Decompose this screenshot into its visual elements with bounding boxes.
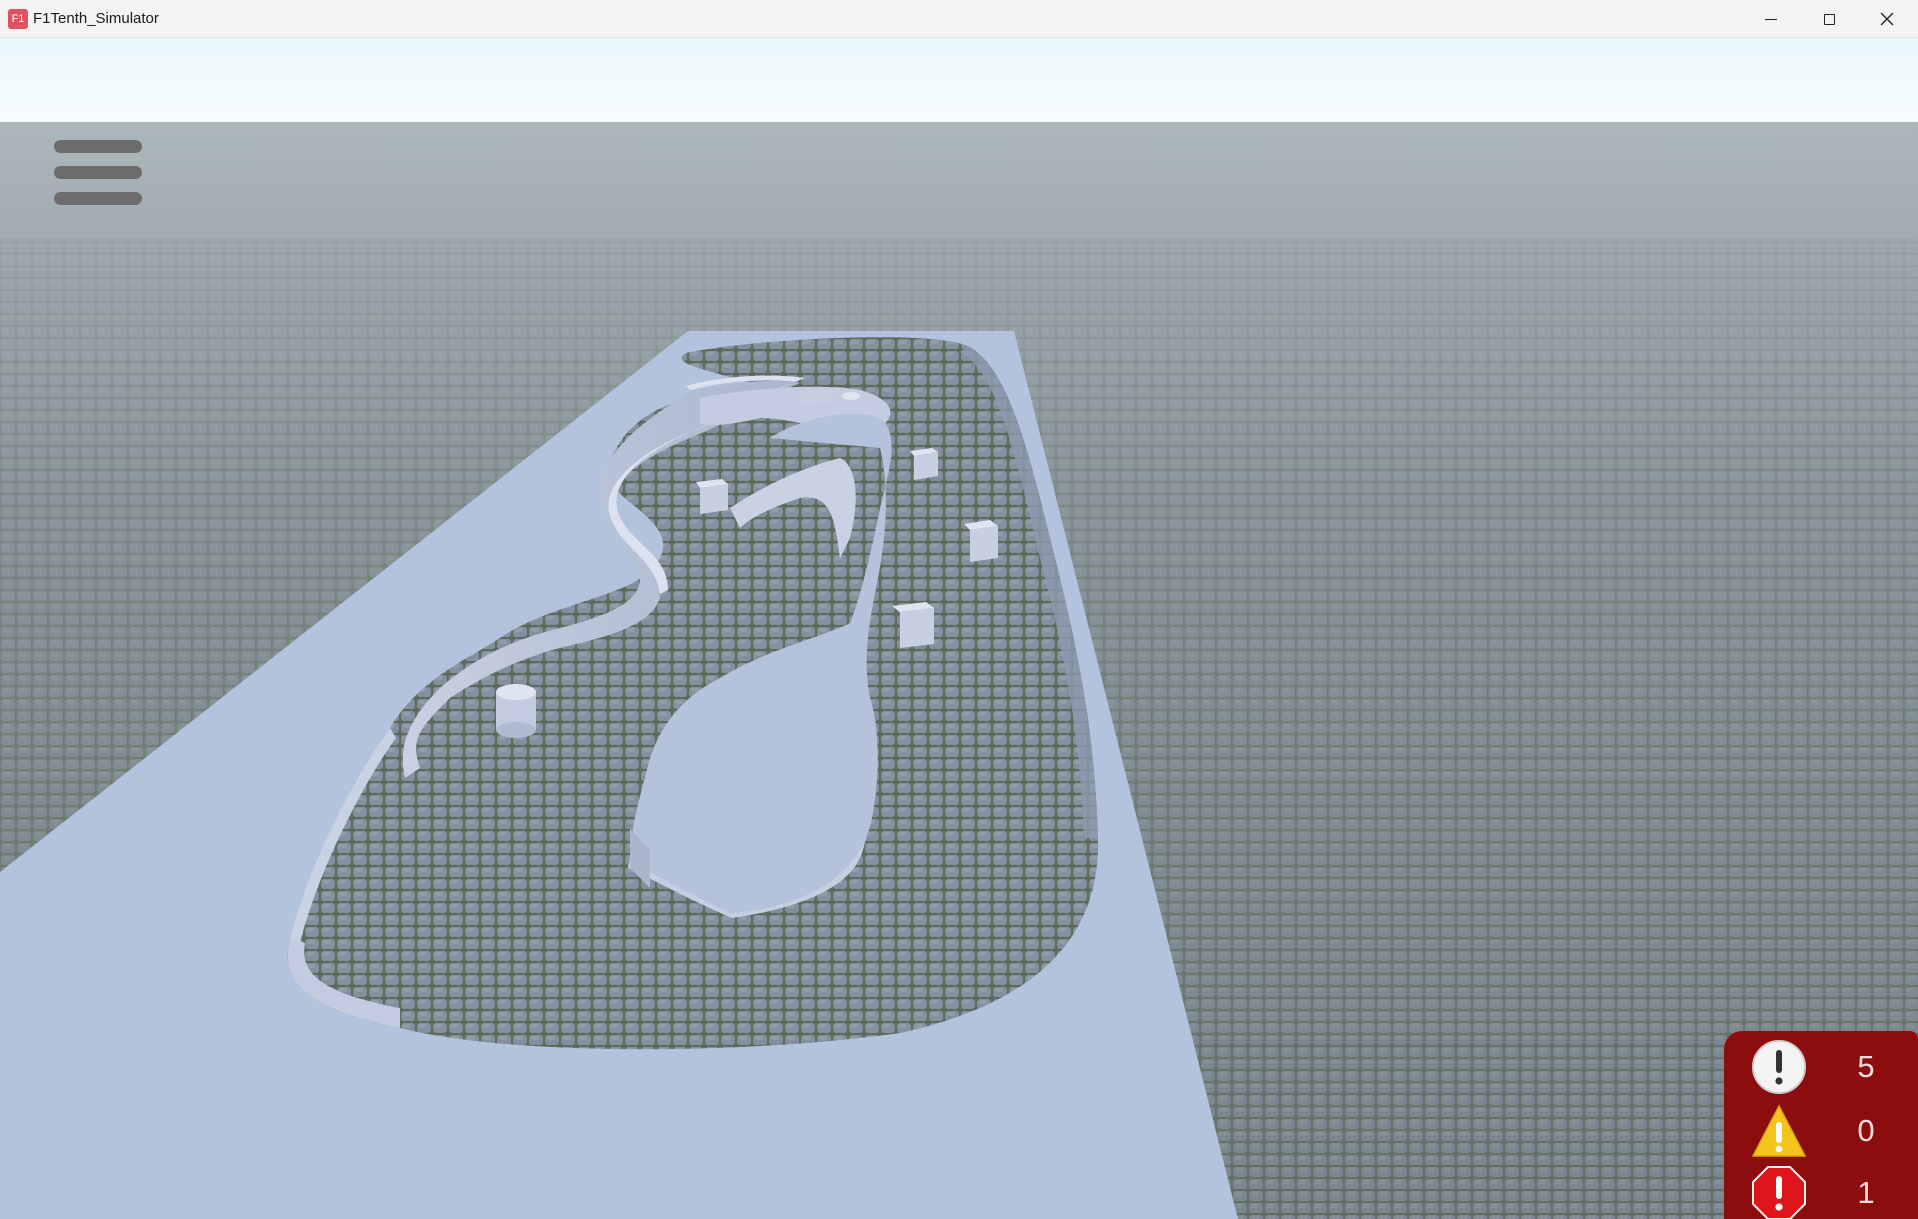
warning-log-counter[interactable]: 0 [1724,1099,1918,1161]
error-log-counter[interactable]: 1 [1724,1161,1918,1219]
hamburger-menu-icon [54,140,142,153]
error-count: 1 [1857,1175,1875,1210]
info-exclamation-icon [1752,1040,1806,1094]
simulator-window: F1 F1Tenth_Simulator 5 0 1 [0,0,1918,1219]
simulation-viewport[interactable] [0,38,1918,1219]
maximize-icon [1823,13,1835,25]
hamburger-bar [54,192,142,205]
log-status-panel[interactable]: 5 0 1 [1724,1031,1918,1219]
menu-button[interactable] [52,138,144,208]
minimize-button[interactable] [1742,0,1800,38]
warning-count: 0 [1857,1113,1875,1148]
minimize-icon [1765,18,1777,20]
app-icon: F1 [8,9,28,29]
close-icon [1880,12,1894,26]
info-log-counter[interactable]: 5 [1724,1035,1918,1097]
warning-triangle-icon [1751,1104,1807,1157]
maximize-button[interactable] [1800,0,1858,38]
title-bar[interactable]: F1 F1Tenth_Simulator [0,0,1918,38]
window-title: F1Tenth_Simulator [33,10,159,27]
scene-render [0,38,1918,1219]
info-count: 5 [1857,1049,1875,1084]
close-button[interactable] [1858,0,1916,38]
error-octagon-icon [1752,1166,1806,1219]
hamburger-bar [54,166,142,179]
